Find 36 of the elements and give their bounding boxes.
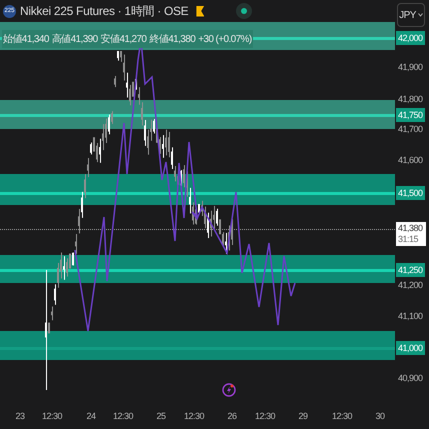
price-level-label: 41,750: [396, 108, 425, 122]
currency-dropdown[interactable]: JPY: [397, 3, 425, 27]
time-tick-label: 26: [228, 412, 236, 421]
last-price-label: 41,380: [398, 223, 423, 234]
time-tick-label: 12:30: [42, 412, 62, 421]
change-value: +30 (+0.07%): [198, 32, 252, 46]
countdown-label: 31:15: [398, 234, 418, 245]
price-tick-label: 41,700: [398, 125, 423, 134]
ohlc-value: 始値41,340: [3, 32, 49, 46]
price-level-label: 41,250: [396, 263, 425, 277]
time-tick-label: 25: [156, 412, 166, 421]
chart-title: Nikkei 225 Futures · 1時間 · OSE: [20, 3, 188, 20]
ohlc-value: 終値41,380: [149, 32, 196, 46]
price-tick-label: 41,200: [398, 281, 423, 290]
time-tick-label: 12:30: [112, 412, 134, 421]
price-level-label: 42,000: [396, 31, 425, 45]
time-tick-label: 12:30: [332, 412, 352, 421]
flag-icon: [196, 6, 204, 16]
lightning-icon[interactable]: [222, 383, 236, 397]
price-tick-label: 41,900: [398, 63, 423, 72]
price-tick-label: 41,100: [398, 312, 423, 321]
price-level-label: 41,500: [396, 186, 425, 200]
time-tick-label: 24: [86, 412, 96, 421]
price-level-label: 41,000: [396, 341, 425, 355]
time-tick-label: 30: [376, 412, 384, 421]
status-icon: [236, 3, 252, 19]
price-tick-label: 41,600: [398, 156, 423, 165]
ohlc-value: 安値41,270: [100, 32, 146, 46]
price-tick-label: 41,800: [398, 95, 423, 104]
time-tick-label: 12:30: [184, 412, 204, 421]
time-tick-label: 23: [16, 412, 24, 421]
time-tick-label: 12:30: [254, 412, 276, 421]
time-tick-label: 29: [298, 412, 308, 421]
price-tick-label: 40,900: [398, 374, 423, 383]
chevron-down-icon: [418, 13, 423, 17]
ohlc-value: 高値41,390: [52, 32, 98, 46]
